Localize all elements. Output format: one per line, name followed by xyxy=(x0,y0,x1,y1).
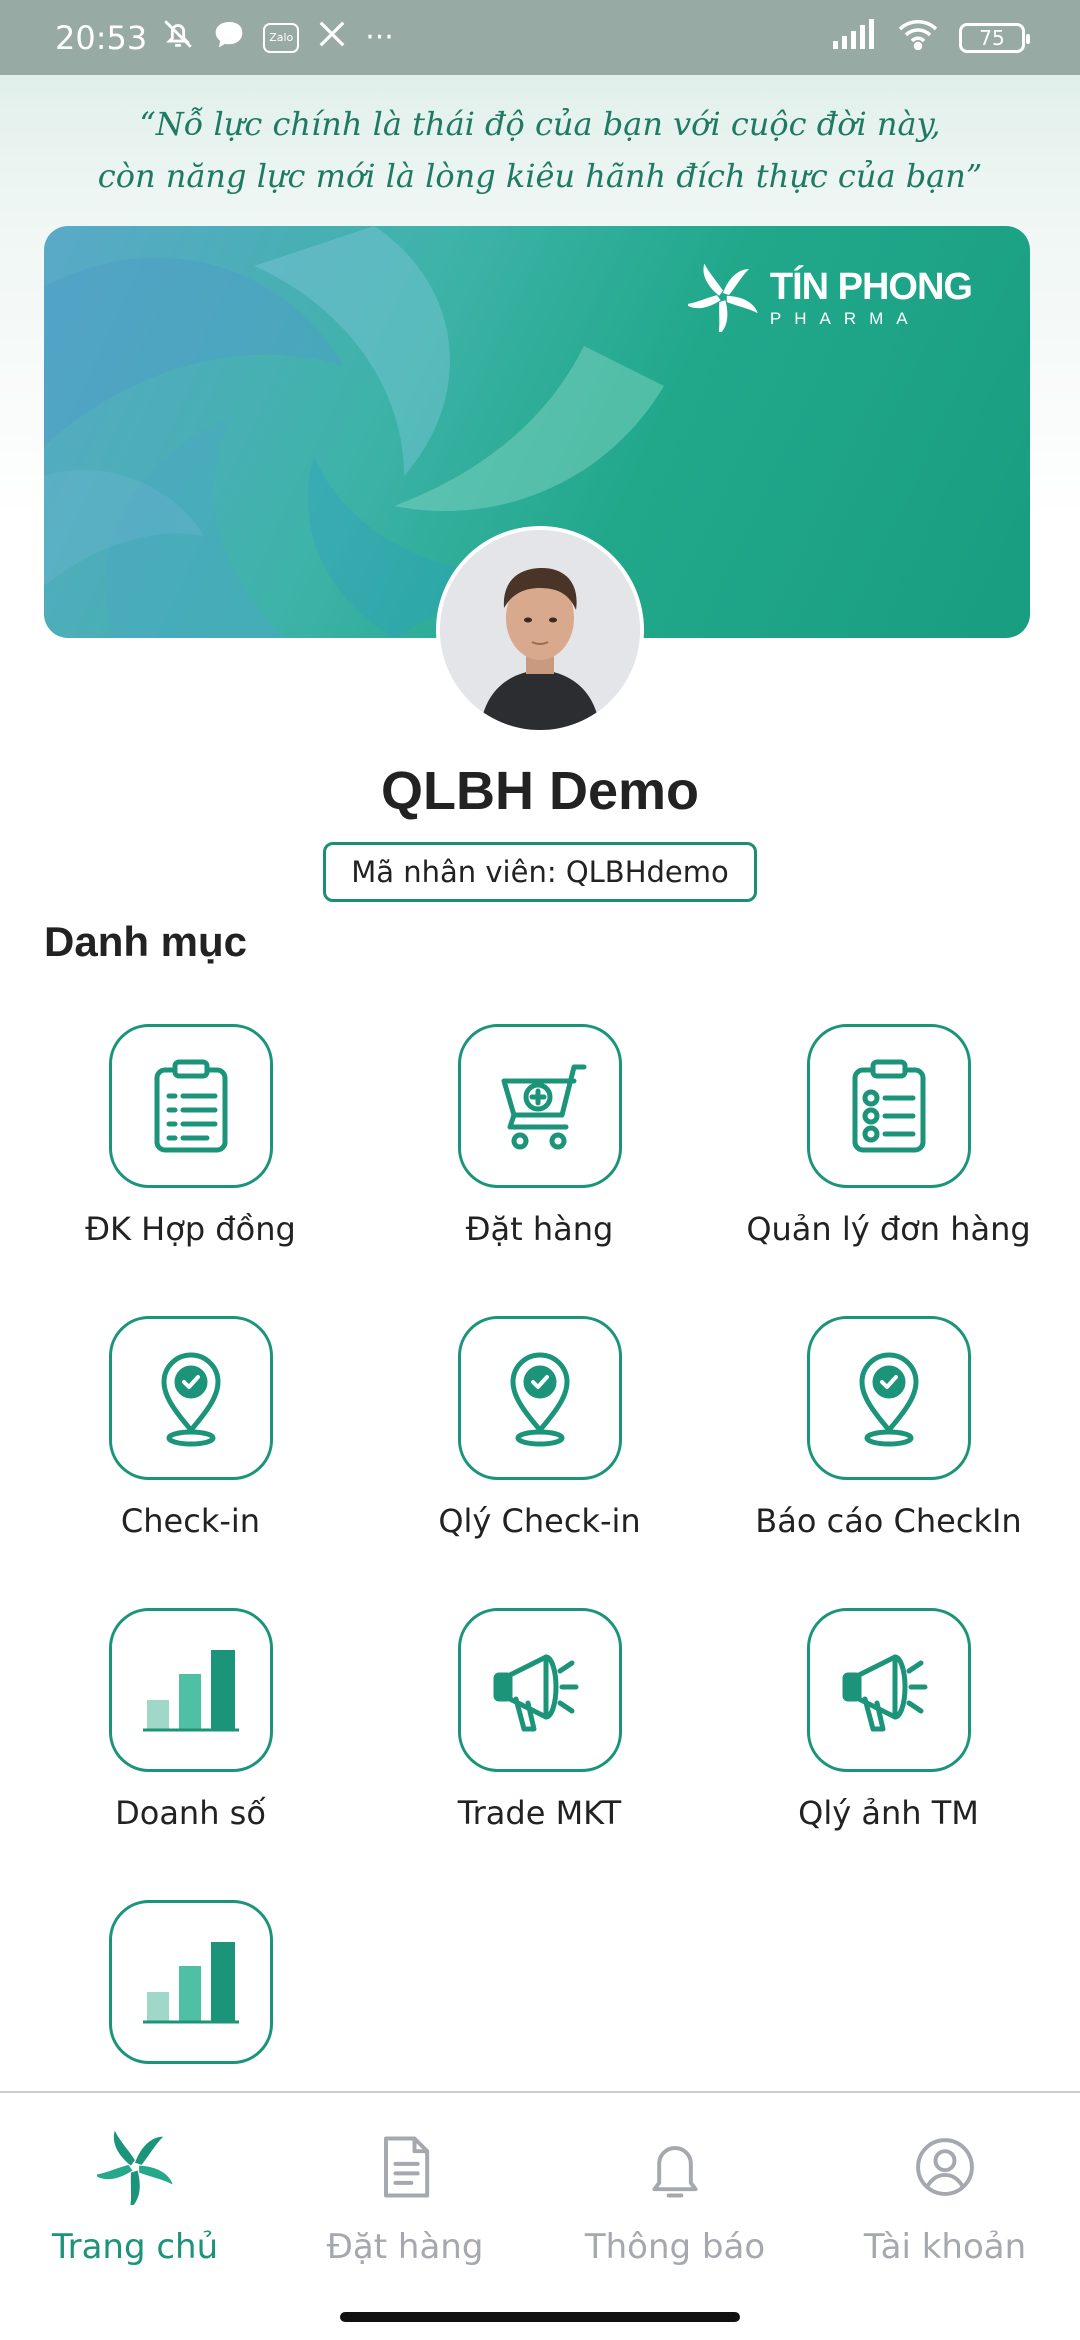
menu-item-place-order[interactable]: Đặt hàng xyxy=(365,1024,714,1248)
location-check-icon xyxy=(859,1352,918,1447)
nav-label: Đặt hàng xyxy=(326,2227,484,2267)
nav-tab-home[interactable]: Trang chủ xyxy=(0,2129,270,2267)
bell-icon xyxy=(652,2146,698,2198)
menu-label: Trade MKT xyxy=(457,1794,622,1832)
bar-chart-icon xyxy=(142,1942,239,2024)
menu-item-order-management[interactable]: Quản lý đơn hàng xyxy=(714,1024,1063,1248)
megaphone-icon xyxy=(493,1654,578,1732)
status-time: 20:53 xyxy=(55,18,148,57)
pinwheel-logo-icon xyxy=(687,263,758,332)
bottom-navigation: Trang chủ Đặt hàng Thông báo Tài khoản xyxy=(0,2091,1080,2340)
status-bar: 20:53 Zalo ··· 75 xyxy=(0,0,1080,75)
menu-label: ĐK Hợp đồng xyxy=(85,1210,296,1248)
location-check-icon xyxy=(161,1352,220,1447)
nav-label: Thông báo xyxy=(584,2227,766,2267)
employee-code-badge: Mã nhân viên: QLBHdemo xyxy=(323,842,757,902)
battery-indicator: 75 xyxy=(959,22,1030,53)
menu-item-trade-mkt[interactable]: Trade MKT xyxy=(365,1608,714,1832)
user-name: QLBH Demo xyxy=(380,761,699,821)
section-title: Danh mục xyxy=(44,918,248,965)
user-photo-icon xyxy=(440,530,640,730)
brand-logo: TÍN PHONG PHARMA xyxy=(687,262,973,332)
megaphone-icon xyxy=(842,1654,927,1732)
cart-plus-icon xyxy=(501,1064,586,1150)
motivational-quote: “Nỗ lực chính là thái độ của bạn với cuộ… xyxy=(0,98,1080,202)
bar-chart-icon xyxy=(142,1650,239,1732)
bell-off-icon xyxy=(161,17,195,59)
menu-label: Quản lý đơn hàng xyxy=(746,1210,1031,1248)
x-logo-icon xyxy=(317,19,347,57)
menu-label: Báo cáo CheckIn xyxy=(755,1502,1022,1540)
avatar[interactable] xyxy=(436,526,644,734)
menu-item-tm-photo-management[interactable]: Qlý ảnh TM xyxy=(714,1608,1063,1832)
menu-label: Doanh số xyxy=(115,1794,266,1832)
nav-tab-notifications[interactable]: Thông báo xyxy=(540,2129,810,2267)
document-icon xyxy=(384,2136,430,2198)
menu-item-checkin-report[interactable]: Báo cáo CheckIn xyxy=(714,1316,1063,1540)
menu-item-sales[interactable]: Doanh số xyxy=(16,1608,365,1832)
user-circle-icon xyxy=(916,2138,974,2196)
pinwheel-icon xyxy=(97,2130,173,2205)
brand-subtitle: PHARMA xyxy=(769,308,921,328)
menu-label: Qlý ảnh TM xyxy=(798,1794,979,1832)
menu-item-checkin-management[interactable]: Qlý Check-in xyxy=(365,1316,714,1540)
menu-label: Đặt hàng xyxy=(465,1210,614,1248)
quote-line-1: “Nỗ lực chính là thái độ của bạn với cuộ… xyxy=(139,105,941,143)
location-check-icon xyxy=(510,1352,569,1447)
clipboard-check-icon xyxy=(852,1059,925,1153)
nav-label: Trang chủ xyxy=(51,2227,219,2267)
menu-label: Qlý Check-in xyxy=(438,1502,641,1540)
nav-tab-orders[interactable]: Đặt hàng xyxy=(270,2129,540,2267)
nav-label: Tài khoản xyxy=(863,2227,1027,2267)
home-indicator[interactable] xyxy=(340,2312,740,2322)
menu-item-contract-registration[interactable]: ĐK Hợp đồng xyxy=(16,1024,365,1248)
zalo-icon: Zalo xyxy=(263,22,300,53)
nav-tab-account[interactable]: Tài khoản xyxy=(810,2129,1080,2267)
menu-label: Check-in xyxy=(120,1502,261,1540)
brand-name: TÍN PHONG xyxy=(769,265,973,308)
clipboard-list-icon xyxy=(154,1059,227,1153)
signal-icon xyxy=(831,18,877,57)
more-notifications-icon: ··· xyxy=(365,19,394,55)
quote-line-2: còn năng lực mới là lòng kiêu hãnh đích … xyxy=(97,157,983,195)
chat-bubble-icon xyxy=(213,19,245,57)
menu-item-report[interactable] xyxy=(16,1900,365,2086)
wifi-icon xyxy=(897,18,939,58)
menu-item-check-in[interactable]: Check-in xyxy=(16,1316,365,1540)
